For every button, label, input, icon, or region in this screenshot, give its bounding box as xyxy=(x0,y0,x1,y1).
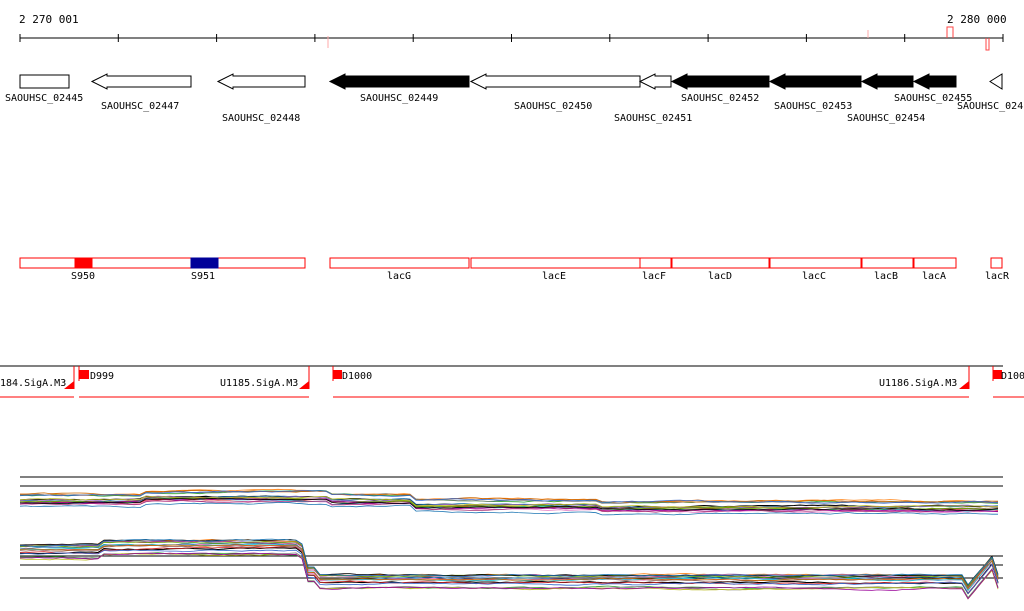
transcript-marker xyxy=(333,370,342,379)
feature-label: lacG xyxy=(387,271,411,282)
ruler-start-label: 2 270 001 xyxy=(19,13,79,26)
gene-shape xyxy=(469,73,641,90)
gene-label: SAOUHSC_02453 xyxy=(774,101,852,112)
gene-02445[interactable]: SAOUHSC_02445 xyxy=(5,74,83,104)
ruler-marker xyxy=(985,38,990,51)
expression-line xyxy=(19,542,999,589)
feature-label: S951 xyxy=(191,271,215,282)
gene-shape xyxy=(90,73,192,90)
feature-label: lacA xyxy=(922,271,946,282)
gene-shape xyxy=(989,73,1003,90)
transcript-flag xyxy=(299,381,309,389)
gene-label: SAOUHSC_02454 xyxy=(847,113,925,124)
feature-s950-block[interactable] xyxy=(74,257,93,269)
feature-box[interactable] xyxy=(19,257,306,269)
feature-label: lacC xyxy=(802,271,826,282)
gene-label: SAOUHSC_02452 xyxy=(681,93,759,104)
feature-lacE[interactable] xyxy=(470,257,641,269)
gene-02453[interactable]: SAOUHSC_02453 xyxy=(768,73,862,112)
gene-label: SAOUHSC_02450 xyxy=(514,101,592,112)
transcript-track: 184.SigA.M3 D999 U1185.SigA.M3 D1000 U11… xyxy=(0,365,1024,398)
transcript-label[interactable]: D100 xyxy=(1001,371,1024,382)
feature-s951-block[interactable] xyxy=(190,257,219,269)
gene-shape xyxy=(670,73,770,90)
gene-02450[interactable]: SAOUHSC_02450 xyxy=(469,73,641,112)
feature-label: lacD xyxy=(708,271,732,282)
gene-shape xyxy=(912,73,957,90)
gene-shape xyxy=(768,73,862,90)
gene-shape xyxy=(19,74,70,89)
transcript-label[interactable]: D999 xyxy=(90,371,114,382)
transcript-label[interactable]: U1186.SigA.M3 xyxy=(879,378,957,389)
feature-lacR[interactable] xyxy=(990,257,1003,269)
expression-lines xyxy=(19,488,999,516)
feature-lacD[interactable] xyxy=(671,257,770,269)
transcript-label[interactable]: 184.SigA.M3 xyxy=(0,378,66,389)
gene-shape xyxy=(860,73,914,90)
ruler-marker xyxy=(946,26,954,38)
expression-lines xyxy=(19,538,999,600)
feature-label: lacE xyxy=(542,271,566,282)
feature-lacB[interactable] xyxy=(861,257,914,269)
gene-02452[interactable]: SAOUHSC_02452 xyxy=(670,73,770,104)
gene-02447[interactable]: SAOUHSC_02447 xyxy=(90,73,192,112)
gene-02448[interactable]: SAOUHSC_02448 xyxy=(216,73,306,124)
transcript-marker xyxy=(79,370,89,379)
feature-label: lacB xyxy=(874,271,898,282)
feature-lacA[interactable] xyxy=(913,257,957,269)
feature-label: lacF xyxy=(642,271,666,282)
gene-label: SAOUHSC_02445 xyxy=(5,93,83,104)
gene-shape xyxy=(328,73,470,90)
gene-shape xyxy=(638,73,672,90)
gene-02449[interactable]: SAOUHSC_02449 xyxy=(328,73,470,104)
gene-label: SAOUHSC_02448 xyxy=(222,113,300,124)
genome-browser-view: 2 270 001 2 280 000 SAOUHSC_02445 SAOUHS… xyxy=(0,13,1024,600)
coordinate-ruler: 2 270 001 2 280 000 xyxy=(19,13,1007,51)
gene-shape xyxy=(216,73,306,90)
ruler-end-label: 2 280 000 xyxy=(947,13,1007,26)
transcript-flag xyxy=(959,381,969,389)
gene-label: SAOUHSC_02447 xyxy=(101,101,179,112)
transcript-label[interactable]: D1000 xyxy=(342,371,372,382)
feature-lacC[interactable] xyxy=(769,257,862,269)
expression-track-lower xyxy=(19,538,1003,600)
transcript-label[interactable]: U1185.SigA.M3 xyxy=(220,378,298,389)
feature-label: lacR xyxy=(985,271,1010,282)
feature-lacG[interactable] xyxy=(329,257,470,269)
gene-track: SAOUHSC_02445 SAOUHSC_02447 SAOUHSC_0244… xyxy=(5,73,1023,124)
feature-track: S950 S951 lacG lacE lacF lacD lacC lacB … xyxy=(19,257,1010,282)
gene-label: SAOUHSC_024 xyxy=(957,101,1023,112)
expression-line xyxy=(19,547,999,595)
feature-lacF[interactable] xyxy=(639,257,672,269)
feature-label: S950 xyxy=(71,271,95,282)
gene-label: SAOUHSC_02449 xyxy=(360,93,438,104)
expression-track-upper xyxy=(19,476,1003,516)
gene-label: SAOUHSC_02451 xyxy=(614,113,692,124)
